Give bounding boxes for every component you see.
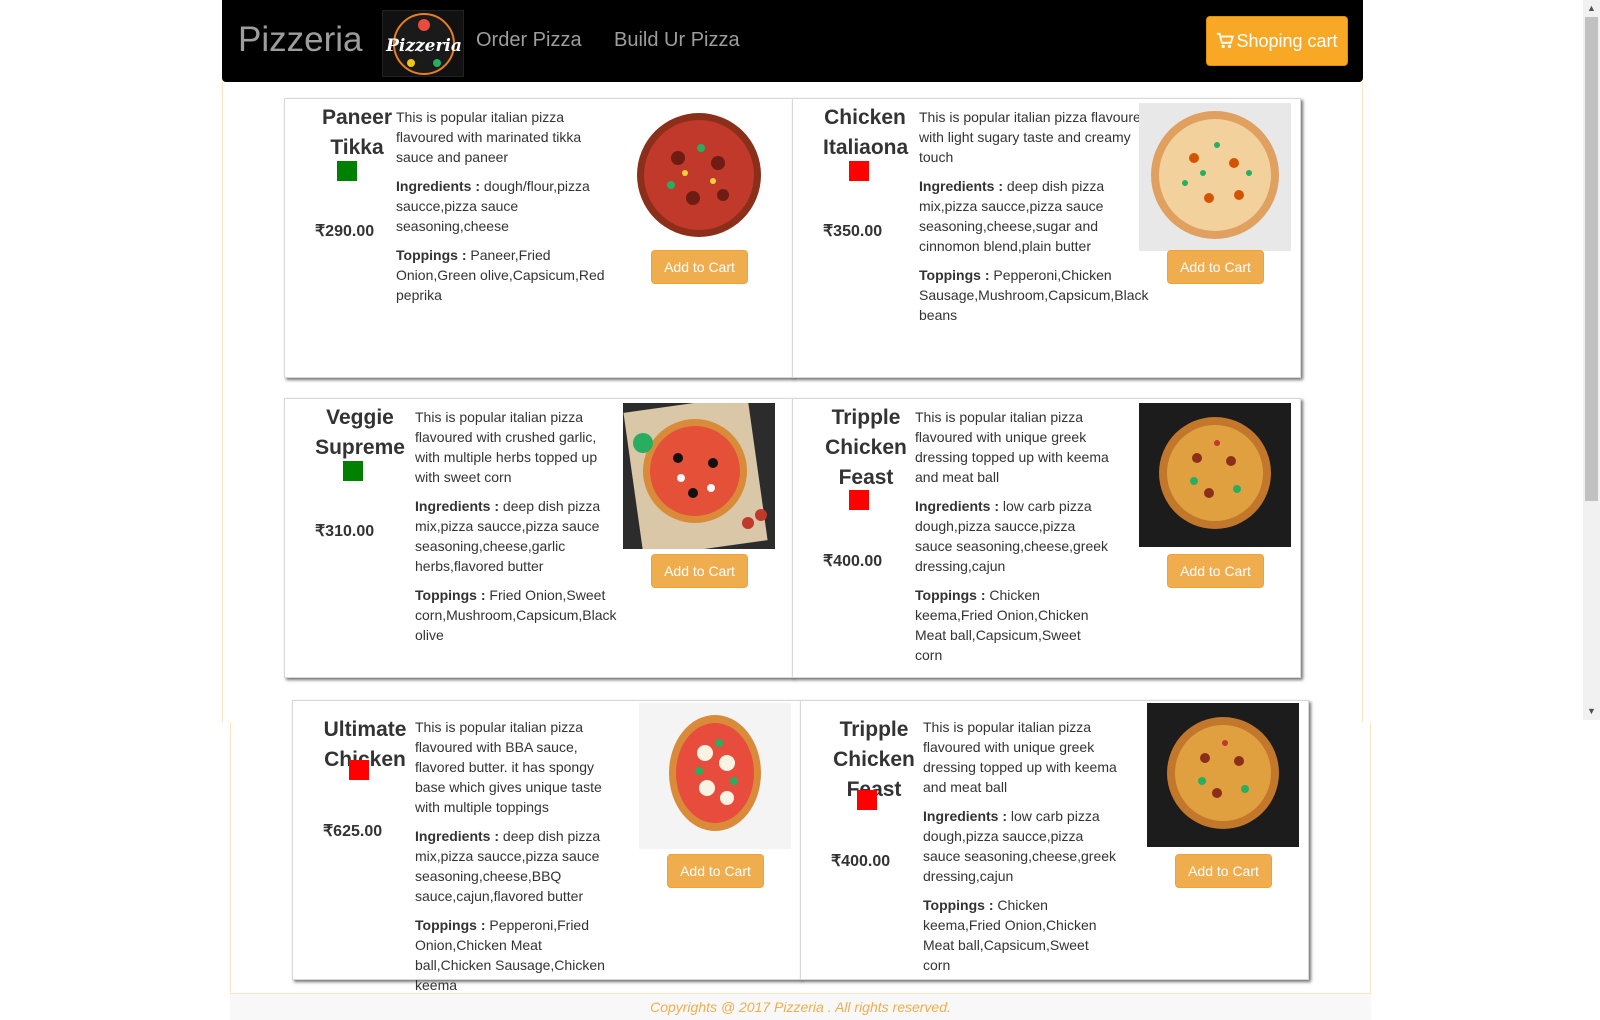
product-card-tripple-chicken-feast: Tripple Chicken Feast ₹400.00 This is po… xyxy=(792,398,1301,678)
cart-label: Shoping cart xyxy=(1236,30,1338,51)
product-name: Chicken Italiaona xyxy=(823,106,909,159)
product-price: ₹400.00 xyxy=(831,853,891,870)
shopping-cart-button[interactable]: Shoping cart xyxy=(1206,16,1348,66)
toppings-label: Toppings : xyxy=(396,247,467,263)
product-name: Tripple Chicken Feast xyxy=(825,406,907,489)
add-to-cart-button[interactable]: Add to Cart xyxy=(651,250,748,284)
pizza-image xyxy=(1147,703,1299,847)
product-description: This is popular italian pizza flavoured … xyxy=(415,407,620,654)
description-text: This is popular italian pizza flavoured … xyxy=(919,109,1149,165)
pizza-image xyxy=(623,103,775,251)
ingredients-label: Ingredients : xyxy=(923,808,1008,824)
toppings-label: Toppings : xyxy=(415,917,486,933)
nav-order-pizza[interactable]: Order Pizza xyxy=(476,29,582,52)
product-description: This is popular italian pizza flavoured … xyxy=(923,717,1123,984)
description-text: This is popular italian pizza flavoured … xyxy=(396,109,582,165)
product-price: ₹400.00 xyxy=(823,553,883,570)
product-price: ₹350.00 xyxy=(823,223,883,240)
product-card-chicken-italiaona: Chicken Italiaona ₹350.00 This is popula… xyxy=(792,98,1301,378)
product-description: This is popular italian pizza flavoured … xyxy=(415,717,611,1004)
toppings-label: Toppings : xyxy=(923,897,994,913)
product-card-tripple-chicken-feast-2: Tripple Chicken Feast ₹400.00 This is po… xyxy=(800,700,1309,980)
nav-build-pizza[interactable]: Build Ur Pizza xyxy=(614,29,740,52)
nonveg-indicator-icon xyxy=(349,760,369,780)
brand-title[interactable]: Pizzeria xyxy=(238,20,362,60)
scroll-up-arrow-icon[interactable]: ▲ xyxy=(1583,0,1600,17)
product-price: ₹310.00 xyxy=(315,523,375,540)
add-to-cart-button[interactable]: Add to Cart xyxy=(651,554,748,588)
product-name: Paneer Tikka xyxy=(321,106,393,159)
product-name: Veggie Supreme xyxy=(315,406,405,459)
toppings-label: Toppings : xyxy=(915,587,986,603)
add-to-cart-button[interactable]: Add to Cart xyxy=(1175,854,1272,888)
ingredients-label: Ingredients : xyxy=(919,178,1004,194)
pizza-image xyxy=(1139,103,1291,251)
nonveg-indicator-icon xyxy=(849,161,869,181)
product-card-veggie-supreme: Veggie Supreme ₹310.00 This is popular i… xyxy=(284,398,793,678)
ingredients-label: Ingredients : xyxy=(915,498,1000,514)
footer: Copyrights @ 2017 Pizzeria . All rights … xyxy=(230,994,1371,1020)
product-description: This is popular italian pizza flavoured … xyxy=(915,407,1115,674)
nonveg-indicator-icon xyxy=(849,490,869,510)
add-to-cart-button[interactable]: Add to Cart xyxy=(1167,554,1264,588)
pizzeria-logo[interactable]: Pizzeria xyxy=(382,10,464,77)
vertical-scrollbar[interactable]: ▲ ▼ xyxy=(1583,0,1600,720)
product-card-paneer-tikka: Paneer Tikka ₹290.00 This is popular ita… xyxy=(284,98,793,378)
veg-indicator-icon xyxy=(337,161,357,181)
product-description: This is popular italian pizza flavoured … xyxy=(396,107,606,314)
ingredients-label: Ingredients : xyxy=(396,178,481,194)
add-to-cart-button[interactable]: Add to Cart xyxy=(667,854,764,888)
nonveg-indicator-icon xyxy=(857,790,877,810)
navbar: Pizzeria Pizzeria Order Pizza Build Ur P… xyxy=(222,0,1363,82)
description-text: This is popular italian pizza flavoured … xyxy=(915,409,1109,485)
copyright-text: Copyrights @ 2017 Pizzeria . All rights … xyxy=(650,999,951,1015)
description-text: This is popular italian pizza flavoured … xyxy=(415,719,602,815)
product-card-ultimate-chicken: Ultimate Chicken ₹625.00 This is popular… xyxy=(292,700,801,993)
add-to-cart-button[interactable]: Add to Cart xyxy=(1167,250,1264,284)
product-description: This is popular italian pizza flavoured … xyxy=(919,107,1151,334)
pizza-image xyxy=(1139,403,1291,547)
svg-text:Pizzeria: Pizzeria xyxy=(385,36,462,56)
description-text: This is popular italian pizza flavoured … xyxy=(415,409,598,485)
scroll-down-arrow-icon[interactable]: ▼ xyxy=(1583,703,1600,720)
toppings-label: Toppings : xyxy=(919,267,990,283)
toppings-label: Toppings : xyxy=(415,587,486,603)
scroll-thumb[interactable] xyxy=(1585,17,1598,501)
veg-indicator-icon xyxy=(343,461,363,481)
pizza-image xyxy=(639,703,791,849)
ingredients-label: Ingredients : xyxy=(415,828,500,844)
ingredients-label: Ingredients : xyxy=(415,498,500,514)
pizza-image xyxy=(623,403,775,549)
product-price: ₹625.00 xyxy=(323,823,383,840)
description-text: This is popular italian pizza flavoured … xyxy=(923,719,1117,795)
cart-icon xyxy=(1217,32,1235,49)
product-price: ₹290.00 xyxy=(315,223,375,240)
